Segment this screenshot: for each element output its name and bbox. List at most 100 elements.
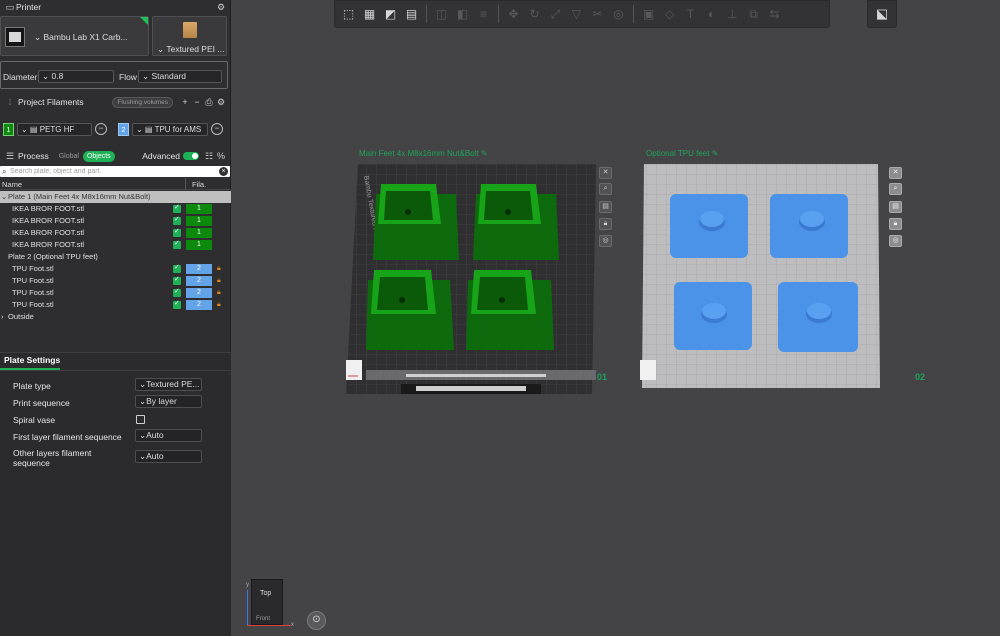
filament-1-color[interactable]: 1	[3, 123, 14, 136]
object-filament-badge[interactable]: 2	[186, 264, 212, 274]
tpu-foot-2[interactable]	[770, 194, 848, 258]
object-filament-badge[interactable]: 2	[186, 300, 212, 310]
flow-dropdown[interactable]: ⌄ Standard	[138, 70, 222, 83]
printer-selector[interactable]: ⌄ Bambu Lab X1 Carb...	[0, 16, 149, 56]
printer-settings-gear-icon[interactable]: ⚙	[215, 1, 227, 13]
outside-row[interactable]: › Outside	[0, 311, 231, 323]
tpu-foot-3[interactable]	[674, 282, 752, 350]
clear-search-icon[interactable]: ×	[219, 167, 228, 176]
plate-1-bed[interactable]: Bambu Textured PEI Plate	[346, 164, 599, 396]
3d-viewport[interactable]: ⬚ ▦ ◩ ▤ ◫ ◧ ≡ ✥ ↻ ⤢ ▽ ✂ ◎ ▣ ◇ T ◐ ⊥ ⧉ ⇆ …	[231, 0, 1000, 636]
plate-2-settings-icon[interactable]: ◎	[889, 235, 902, 247]
view-mode-toolbar[interactable]: ⬕	[867, 0, 897, 28]
object-filament-badge[interactable]: 1	[186, 228, 212, 238]
other-layers-sequence-dropdown[interactable]: ⌄Auto	[135, 450, 202, 463]
object-filament-badge[interactable]: 2	[186, 288, 212, 298]
plate-1-lock-icon[interactable]: 🔒︎	[599, 218, 612, 230]
sync-filament-icon[interactable]: ⎙	[203, 96, 215, 108]
object-filament-badge[interactable]: 1	[186, 216, 212, 226]
plate-2-bed[interactable]	[636, 164, 918, 390]
filament-2-color[interactable]: 2	[118, 123, 129, 136]
nav-cube-top-face[interactable]: Top	[260, 590, 271, 597]
object-row[interactable]: IKEA BROR FOOT.stl 1	[0, 202, 231, 215]
seam-paint-icon[interactable]: ◇	[660, 5, 679, 24]
nav-cube-front-face[interactable]: Front	[256, 616, 270, 622]
remove-filament-icon[interactable]: −	[191, 96, 203, 108]
toggle-view-icon[interactable]: ⇆	[765, 5, 784, 24]
object-filament-badge[interactable]: 1	[186, 204, 212, 214]
plate-2-row[interactable]: Plate 2 (Optional TPU feet)	[0, 251, 231, 263]
plate-type-dropdown[interactable]: ⌄Textured PE...	[135, 378, 202, 391]
lock-icon[interactable]: 🔒︎	[217, 275, 221, 287]
process-objects-tab[interactable]: Objects	[82, 150, 115, 162]
auto-orient-icon[interactable]: ◩	[381, 5, 400, 24]
arrange-icon[interactable]: ▤	[402, 5, 421, 24]
object-visible-checkbox[interactable]	[173, 226, 181, 238]
support-paint-icon[interactable]: ▣	[639, 5, 658, 24]
lock-icon[interactable]: 🔒︎	[217, 263, 221, 275]
lay-on-face-icon[interactable]: ▽	[567, 5, 586, 24]
diameter-dropdown[interactable]: ⌄ 0.8	[38, 70, 114, 83]
plate-type-selector[interactable]: ⌄ Textured PEI ...	[152, 16, 227, 56]
split-parts-icon[interactable]: ◧	[453, 5, 472, 24]
plate-2-arrange-icon[interactable]: ⌕	[889, 183, 902, 195]
plate-1-title[interactable]: Main Feet 4x M8x16mm Nut&Bolt ✎	[359, 149, 488, 158]
move-icon[interactable]: ✥	[504, 5, 523, 24]
object-visible-checkbox[interactable]	[173, 262, 181, 274]
color-paint-icon[interactable]: ◐	[702, 5, 721, 24]
column-name[interactable]: Name	[2, 180, 22, 189]
edit-icon[interactable]: ✎	[712, 149, 719, 158]
zoom-to-fit-icon[interactable]: ⊙	[307, 611, 326, 630]
object-row[interactable]: TPU Foot.stl 2 🔒︎	[0, 274, 231, 287]
advanced-toggle[interactable]	[183, 152, 199, 160]
list-view-icon[interactable]: ☷	[203, 150, 215, 162]
object-visible-checkbox[interactable]	[173, 286, 181, 298]
plate-2-lock-icon[interactable]: 🔒︎	[889, 218, 902, 230]
object-visible-checkbox[interactable]	[173, 214, 181, 226]
process-global-tab[interactable]: Global	[55, 151, 83, 162]
text-icon[interactable]: T	[681, 5, 700, 24]
object-row[interactable]: TPU Foot.stl 2 🔒︎	[0, 298, 231, 311]
column-filament[interactable]: Fila.	[192, 180, 206, 189]
lock-icon[interactable]: 🔒︎	[217, 299, 221, 311]
object-filament-badge[interactable]: 1	[186, 240, 212, 250]
plate-2-delete-icon[interactable]: ✕	[889, 167, 902, 179]
ikea-foot-4[interactable]	[466, 270, 554, 350]
plate-2-title[interactable]: Optional TPU feet ✎	[646, 149, 718, 158]
rotate-icon[interactable]: ↻	[525, 5, 544, 24]
object-row[interactable]: TPU Foot.stl 2 🔒︎	[0, 262, 231, 275]
expand-chevron-icon[interactable]: ›	[1, 311, 4, 323]
scale-icon[interactable]: ⤢	[546, 5, 565, 24]
filament-1-dropdown[interactable]: ⌄ ▤ PETG HF	[17, 123, 92, 136]
print-sequence-dropdown[interactable]: ⌄By layer	[135, 395, 202, 408]
ikea-foot-1[interactable]	[373, 184, 459, 260]
explode-view-icon[interactable]: ⬕	[876, 6, 888, 22]
layers-icon[interactable]: ≡	[474, 5, 493, 24]
object-row[interactable]: IKEA BROR FOOT.stl 1	[0, 226, 231, 239]
mesh-boolean-icon[interactable]: ◎	[609, 5, 628, 24]
object-row[interactable]: TPU Foot.stl 2 🔒︎	[0, 286, 231, 299]
filament-settings-gear-icon[interactable]: ⚙	[215, 96, 227, 108]
lock-icon[interactable]: 🔒︎	[217, 287, 221, 299]
filament-2-dropdown[interactable]: ⌄ ▤ TPU for AMS	[132, 123, 208, 136]
filament-2-remove-icon[interactable]: −	[211, 123, 223, 135]
add-object-icon[interactable]: ⬚	[339, 5, 358, 24]
assembly-icon[interactable]: ⧉	[744, 5, 763, 24]
object-row[interactable]: IKEA BROR FOOT.stl 1	[0, 214, 231, 227]
navigation-cube[interactable]: Top Front	[251, 579, 283, 625]
edit-icon[interactable]: ✎	[481, 149, 488, 158]
object-search-input[interactable]	[10, 166, 215, 177]
object-filament-badge[interactable]: 2	[186, 276, 212, 286]
tpu-foot-1[interactable]	[670, 194, 748, 258]
object-visible-checkbox[interactable]	[173, 202, 181, 214]
split-objects-icon[interactable]: ◫	[432, 5, 451, 24]
ikea-foot-2[interactable]	[473, 184, 559, 260]
flushing-volumes-button[interactable]: Flushing volumes	[112, 96, 173, 108]
object-visible-checkbox[interactable]	[173, 238, 181, 250]
filament-1-remove-icon[interactable]: −	[95, 123, 107, 135]
plate-1-delete-icon[interactable]: ✕	[599, 167, 612, 179]
first-layer-sequence-dropdown[interactable]: ⌄Auto	[135, 429, 202, 442]
plate-1-row[interactable]: ⌄ Plate 1 (Main Feet 4x M8x16mm Nut&Bolt…	[0, 191, 231, 203]
percent-icon[interactable]: %	[215, 150, 227, 162]
tpu-foot-4[interactable]	[778, 282, 858, 352]
